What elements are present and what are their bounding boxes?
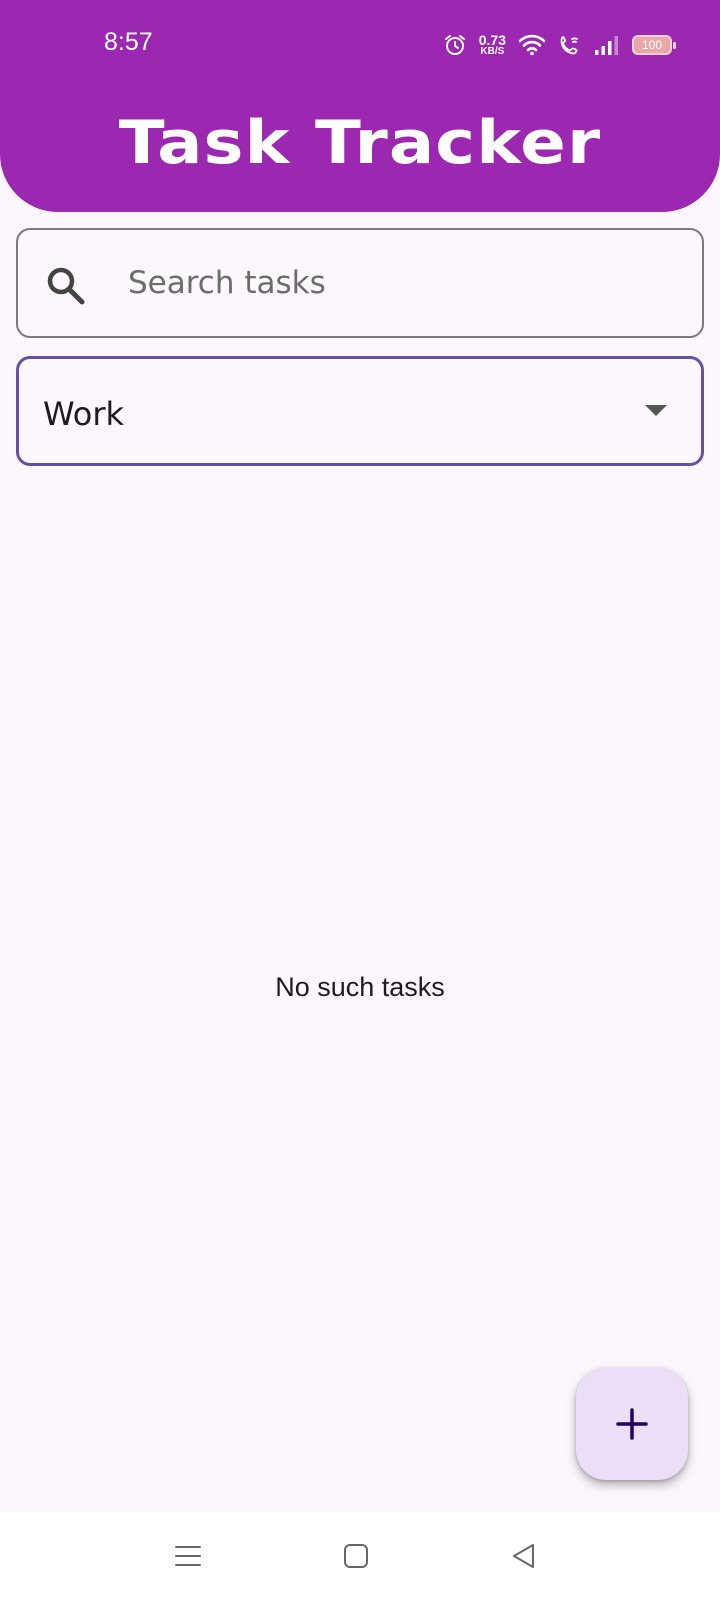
home-icon[interactable] — [340, 1540, 372, 1572]
empty-state-message: No such tasks — [275, 972, 445, 1002]
app-screen: 8:57 0.73 KB/S 100 Task Tracker Search t… — [0, 0, 720, 1600]
status-time: 8:57 — [104, 28, 153, 56]
search-bar[interactable] — [16, 228, 704, 338]
system-nav-bar — [0, 1512, 720, 1600]
alarm-icon — [444, 35, 465, 55]
plus-icon — [616, 1408, 648, 1440]
app-header: 8:57 0.73 KB/S 100 Task Tracker — [0, 0, 720, 212]
add-task-button[interactable] — [576, 1368, 688, 1480]
category-dropdown[interactable]: Work — [16, 356, 704, 466]
menu-icon[interactable] — [172, 1540, 204, 1572]
dropdown-arrow-icon — [645, 405, 667, 416]
battery-icon: 100 — [632, 35, 676, 55]
search-icon — [47, 267, 85, 305]
search-input[interactable] — [128, 230, 688, 336]
status-icons: 0.73 KB/S 100 — [443, 30, 676, 60]
dropdown-selected-value: Work — [43, 395, 125, 433]
network-speed: 0.73 KB/S — [479, 33, 506, 57]
network-speed-unit: KB/S — [480, 46, 505, 57]
wifi-icon — [518, 34, 546, 56]
status-bar: 8:57 0.73 KB/S 100 — [0, 0, 720, 90]
network-speed-value: 0.73 — [478, 32, 506, 48]
back-icon[interactable] — [508, 1540, 540, 1572]
signal-icon — [595, 36, 618, 55]
app-title: Task Tracker — [118, 108, 602, 178]
wifi-calling-icon — [560, 36, 578, 55]
